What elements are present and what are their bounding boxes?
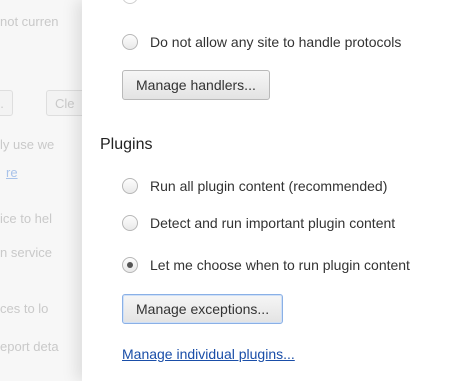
background-text: n service xyxy=(0,245,53,260)
radio-label: Run all plugin content (recommended) xyxy=(150,178,388,194)
manage-exceptions-button[interactable]: Manage exceptions... xyxy=(122,294,284,324)
manage-individual-plugins-link[interactable]: Manage individual plugins... xyxy=(122,346,295,362)
background-text: ice to hel xyxy=(0,211,53,226)
radio-label: Let me choose when to run plugin content xyxy=(150,257,410,273)
background-settings-page: not curren ... Cle ly use we re ice to h… xyxy=(0,0,90,381)
background-text: eport deta xyxy=(0,339,59,354)
content-settings-dialog: Do not allow any site to handle protocol… xyxy=(82,0,459,381)
radio-button[interactable] xyxy=(122,34,138,50)
radio-button[interactable] xyxy=(122,178,138,194)
radio-detect-important-plugins[interactable]: Detect and run important plugin content xyxy=(122,213,395,233)
radio-button[interactable] xyxy=(122,0,138,4)
radio-label: Detect and run important plugin content xyxy=(150,215,396,231)
background-text: not curren xyxy=(0,14,59,29)
background-button: ... xyxy=(0,90,13,116)
manage-handlers-button[interactable]: Manage handlers... xyxy=(122,70,270,100)
plugins-section-title: Plugins xyxy=(100,136,153,153)
background-text: ces to lo xyxy=(0,301,49,316)
radio-button-selected[interactable] xyxy=(122,257,138,273)
radio-deny-protocols[interactable]: Do not allow any site to handle protocol… xyxy=(122,32,401,52)
background-link: re xyxy=(6,165,18,180)
background-text: ly use we xyxy=(0,137,55,152)
radio-let-me-choose-plugins[interactable]: Let me choose when to run plugin content xyxy=(122,255,410,275)
radio-label: Do not allow any site to handle protocol… xyxy=(150,34,402,50)
radio-run-all-plugins[interactable]: Run all plugin content (recommended) xyxy=(122,176,387,196)
radio-button[interactable] xyxy=(122,215,138,231)
